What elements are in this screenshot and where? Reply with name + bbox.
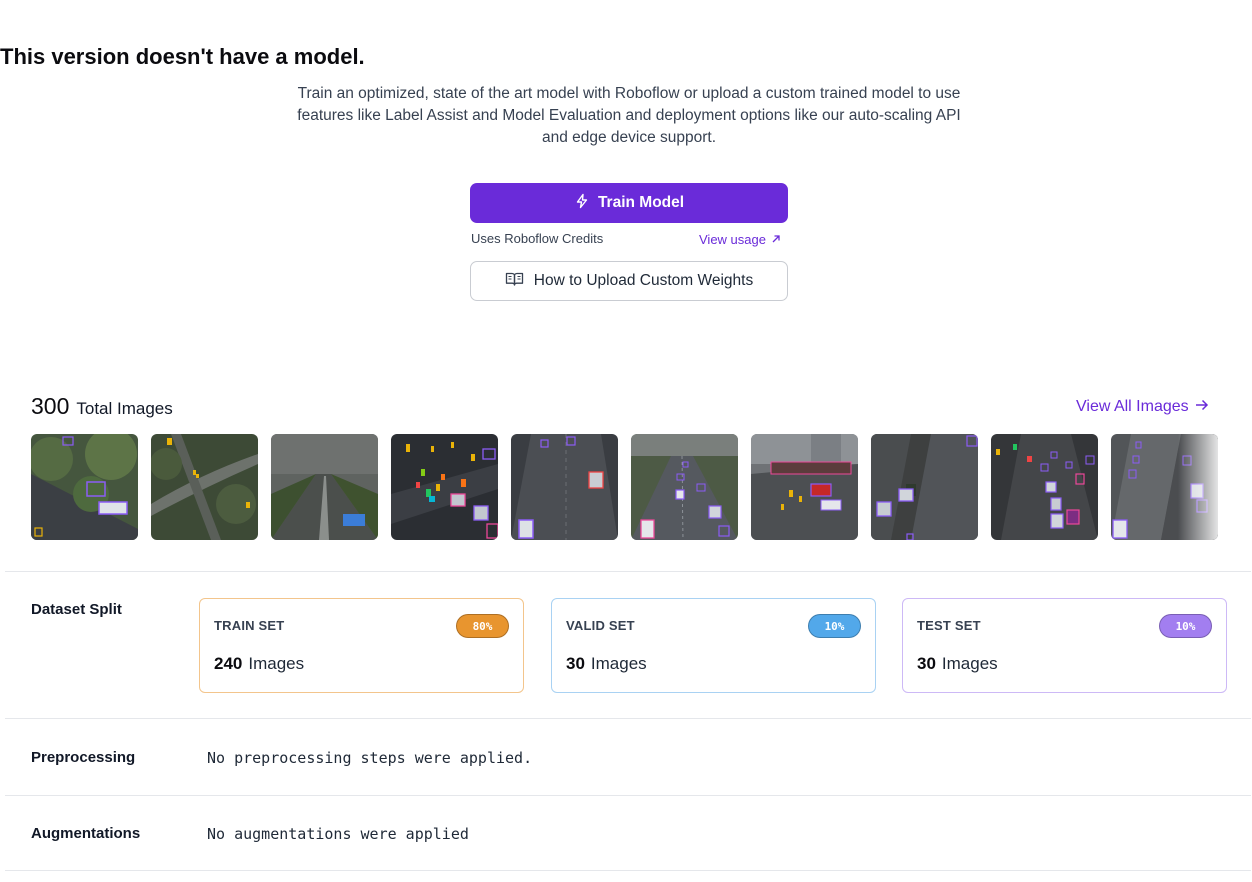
preprocessing-label: Preprocessing — [31, 749, 136, 766]
image-thumbnail-strip — [31, 434, 1218, 540]
view-all-images-link[interactable]: View All Images — [1076, 398, 1209, 416]
train-set-count-unit: Images — [248, 654, 305, 673]
valid-set-name: VALID SET — [566, 618, 635, 633]
valid-set-card[interactable]: VALID SET 10% 30 Images — [551, 598, 876, 693]
train-model-button[interactable]: Train Model — [470, 183, 788, 223]
arrow-up-right-icon — [771, 232, 781, 247]
view-usage-label: View usage — [699, 232, 766, 247]
image-thumbnail[interactable] — [991, 434, 1098, 540]
train-set-count-number: 240 — [214, 654, 243, 673]
test-set-percent-badge: 10% — [1159, 614, 1212, 638]
valid-set-percent-badge: 10% — [808, 614, 861, 638]
test-set-count-unit: Images — [941, 654, 998, 673]
train-set-card[interactable]: TRAIN SET 80% 240 Images — [199, 598, 524, 693]
upload-custom-weights-label: How to Upload Custom Weights — [533, 272, 754, 289]
train-model-label: Train Model — [597, 194, 685, 211]
view-usage-link[interactable]: View usage — [699, 232, 781, 247]
total-images-label: Total Images — [76, 399, 173, 418]
test-set-card[interactable]: TEST SET 10% 30 Images — [902, 598, 1227, 693]
total-images-count: 300 — [31, 393, 70, 419]
valid-set-count-unit: Images — [590, 654, 647, 673]
image-thumbnail[interactable] — [1111, 434, 1218, 540]
arrow-right-icon — [1195, 398, 1209, 416]
empty-model-title: This version doesn't have a model. — [0, 44, 365, 69]
train-set-count: 240 Images — [214, 654, 304, 674]
valid-set-count-number: 30 — [566, 654, 585, 673]
test-set-count: 30 Images — [917, 654, 998, 674]
image-thumbnail[interactable] — [871, 434, 978, 540]
dataset-split-label: Dataset Split — [31, 601, 122, 618]
lightning-icon — [574, 193, 590, 214]
test-set-count-number: 30 — [917, 654, 936, 673]
divider — [5, 571, 1251, 572]
view-all-images-label: View All Images — [1076, 398, 1189, 415]
divider — [5, 718, 1251, 719]
image-thumbnail[interactable] — [271, 434, 378, 540]
preprocessing-value: No preprocessing steps were applied. — [207, 749, 533, 767]
image-thumbnail[interactable] — [511, 434, 618, 540]
image-thumbnail[interactable] — [391, 434, 498, 540]
test-set-name: TEST SET — [917, 618, 981, 633]
image-thumbnail[interactable] — [31, 434, 138, 540]
augmentations-label: Augmentations — [31, 825, 141, 842]
valid-set-count: 30 Images — [566, 654, 647, 674]
credits-note: Uses Roboflow Credits — [471, 231, 604, 246]
divider — [5, 870, 1251, 871]
image-thumbnail[interactable] — [151, 434, 258, 540]
divider — [5, 795, 1251, 796]
empty-model-description: Train an optimized, state of the art mod… — [297, 85, 961, 146]
train-set-percent-badge: 80% — [456, 614, 509, 638]
image-thumbnail[interactable] — [751, 434, 858, 540]
train-set-name: TRAIN SET — [214, 618, 285, 633]
book-icon — [505, 271, 524, 292]
image-thumbnail[interactable] — [631, 434, 738, 540]
scroll-fade — [1178, 434, 1218, 540]
upload-custom-weights-button[interactable]: How to Upload Custom Weights — [470, 261, 788, 301]
augmentations-value: No augmentations were applied — [207, 825, 469, 843]
total-images-heading: 300 Total Images — [31, 393, 173, 420]
